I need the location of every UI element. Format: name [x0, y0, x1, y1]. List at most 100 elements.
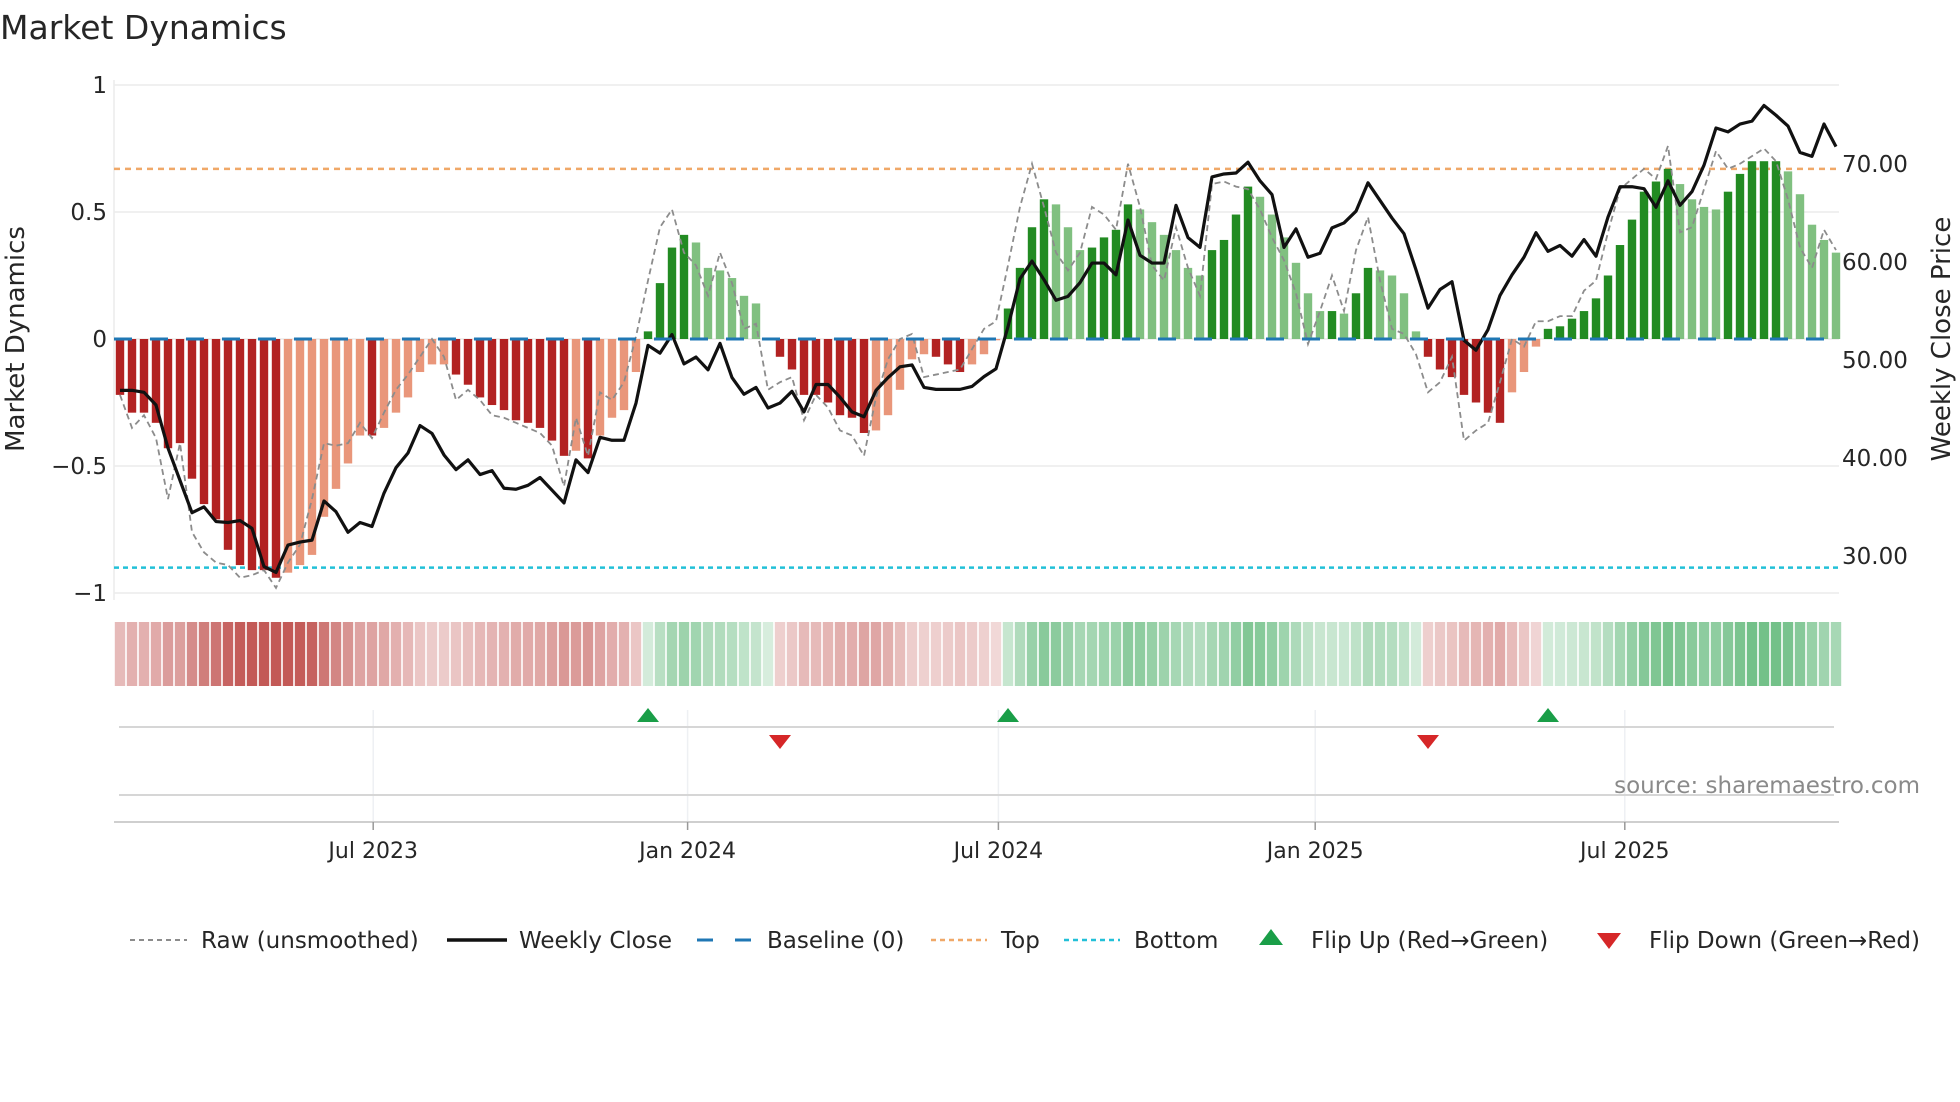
momentum-bar — [175, 339, 185, 444]
heat-cell — [1266, 622, 1278, 686]
momentum-bar — [1267, 214, 1277, 339]
momentum-bar — [1639, 191, 1649, 339]
heat-cell — [1470, 622, 1482, 686]
legend-item-baseline: Baseline (0) — [697, 928, 904, 954]
heat-cell — [570, 622, 582, 686]
heat-cell — [630, 622, 642, 686]
heat-cell — [546, 622, 558, 686]
heat-cell — [1434, 622, 1446, 686]
momentum-bar — [1315, 311, 1325, 339]
y2-tick-label: 30.00 — [1842, 544, 1908, 570]
momentum-bar — [667, 247, 677, 339]
heat-cell — [438, 622, 450, 686]
heat-cell — [750, 622, 762, 686]
heat-cell — [714, 622, 726, 686]
heat-cell — [1290, 622, 1302, 686]
heat-cell — [1326, 622, 1338, 686]
heat-cell — [126, 622, 138, 686]
momentum-bar — [967, 339, 977, 365]
heat-cell — [1086, 622, 1098, 686]
momentum-bar — [1111, 229, 1121, 339]
heat-cell — [1566, 622, 1578, 686]
heat-cell — [342, 622, 354, 686]
momentum-bar — [1279, 237, 1289, 339]
legend-label: Bottom — [1134, 928, 1218, 954]
heat-cell — [990, 622, 1002, 686]
legend-item-flip-up: Flip Up (Red→Green) — [1259, 928, 1548, 954]
x-axis: Jul 2023 Jan 2024 Jul 2024 Jan 2025 Jul 2025 — [114, 821, 1839, 864]
momentum-bar — [1747, 161, 1757, 339]
momentum-bar — [331, 339, 341, 489]
momentum-bar — [1807, 224, 1817, 339]
heat-cell — [282, 622, 294, 686]
momentum-bar — [1099, 237, 1109, 339]
heat-cell — [174, 622, 186, 686]
heat-cell — [882, 622, 894, 686]
heat-cell — [1218, 622, 1230, 686]
momentum-bar — [1627, 219, 1637, 339]
heat-cell — [1422, 622, 1434, 686]
momentum-bar — [1363, 267, 1373, 339]
momentum-bar — [115, 339, 125, 395]
flip-down-marker — [1417, 735, 1439, 749]
momentum-bar — [283, 339, 293, 573]
y-axis-left: 1 0.5 0 −0.5 −1 — [51, 73, 107, 607]
heat-cell — [246, 622, 258, 686]
heat-cell — [618, 622, 630, 686]
chart-title: Market Dynamics — [0, 8, 287, 47]
heat-cell — [1698, 622, 1710, 686]
heat-cell — [1374, 622, 1386, 686]
momentum-bar — [1087, 247, 1097, 339]
heat-cell — [1830, 622, 1842, 686]
momentum-bar — [1795, 194, 1805, 339]
y-tick-label: −1 — [73, 581, 107, 607]
momentum-bar — [1075, 250, 1085, 339]
momentum-bar — [871, 339, 881, 431]
momentum-bar — [607, 339, 617, 418]
heat-cell — [846, 622, 858, 686]
heat-cell — [390, 622, 402, 686]
heat-cell — [774, 622, 786, 686]
heat-cell — [1590, 622, 1602, 686]
momentum-bar — [715, 270, 725, 339]
momentum-bar — [1171, 250, 1181, 339]
momentum-bar — [643, 331, 653, 339]
heat-cell — [1554, 622, 1566, 686]
momentum-bar — [475, 339, 485, 398]
heat-cell — [1026, 622, 1038, 686]
heat-cell — [1074, 622, 1086, 686]
momentum-bar — [259, 339, 269, 571]
flip-markers-lane — [119, 708, 1834, 822]
momentum-bar — [1519, 339, 1529, 373]
x-tick-label: Jul 2023 — [326, 839, 418, 864]
heat-cell — [1014, 622, 1026, 686]
momentum-bar — [835, 339, 845, 416]
heat-cell — [1038, 622, 1050, 686]
momentum-bar — [1771, 161, 1781, 339]
momentum-bar — [1243, 186, 1253, 339]
momentum-bar — [931, 339, 941, 357]
momentum-bar — [1147, 222, 1157, 339]
heat-strip — [114, 622, 1842, 686]
momentum-bar — [895, 339, 905, 390]
momentum-bar — [1063, 227, 1073, 339]
momentum-bar — [1351, 293, 1361, 339]
momentum-bar — [1327, 311, 1337, 339]
heat-cell — [318, 622, 330, 686]
heat-cell — [210, 622, 222, 686]
heat-cell — [558, 622, 570, 686]
heat-cell — [798, 622, 810, 686]
momentum-bar — [1423, 339, 1433, 357]
momentum-bar — [511, 339, 521, 421]
heat-cell — [1758, 622, 1770, 686]
heat-cell — [1338, 622, 1350, 686]
heat-cell — [1194, 622, 1206, 686]
y2-tick-label: 70.00 — [1842, 152, 1908, 178]
y-tick-label: 0.5 — [70, 200, 107, 226]
momentum-bar — [355, 339, 365, 436]
heat-cell — [1818, 622, 1830, 686]
heat-cell — [1746, 622, 1758, 686]
heat-cell — [150, 622, 162, 686]
heat-cell — [1770, 622, 1782, 686]
x-tick-label: Jul 2025 — [1578, 839, 1670, 864]
